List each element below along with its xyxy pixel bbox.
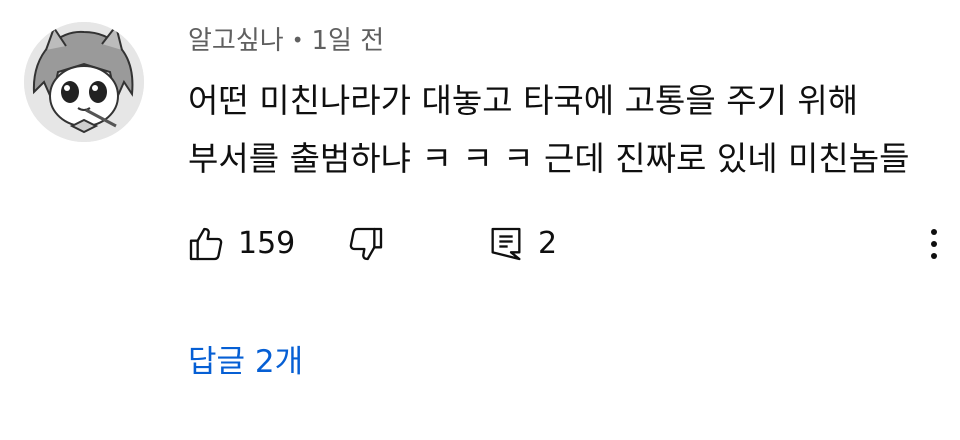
comment-actions: 159 2 [186,222,946,266]
comment-icon [486,224,526,264]
comment-meta: 알고싶나 • 1일 전 [188,24,384,59]
comment-line: 어떤 미친나라가 대놓고 타국에 고통을 주기 위해 [188,81,859,120]
like-button[interactable]: 159 [186,222,295,266]
like-count: 159 [238,226,296,261]
reply-count: 2 [538,226,558,261]
comment-line: 부서를 출범하냐 ㅋ ㅋ ㅋ 근데 진짜로 있네 미친놈들 [188,139,910,178]
reply-button[interactable]: 2 [486,222,557,266]
thumbs-up-icon [186,224,226,264]
comment-time[interactable]: 1일 전 [311,26,384,56]
view-replies-link[interactable]: 답글 2개 [188,340,303,384]
avatar-image [24,22,144,142]
author-name[interactable]: 알고싶나 [188,26,284,56]
more-vertical-icon [922,224,946,264]
meta-separator: • [291,28,304,52]
thumbs-down-icon [346,224,386,264]
dislike-button[interactable] [346,222,386,266]
comment-text: 어떤 미친나라가 대놓고 타국에 고통을 주기 위해 부서를 출범하냐 ㅋ ㅋ … [188,72,948,188]
avatar[interactable] [24,22,144,142]
more-options-button[interactable] [922,222,946,266]
